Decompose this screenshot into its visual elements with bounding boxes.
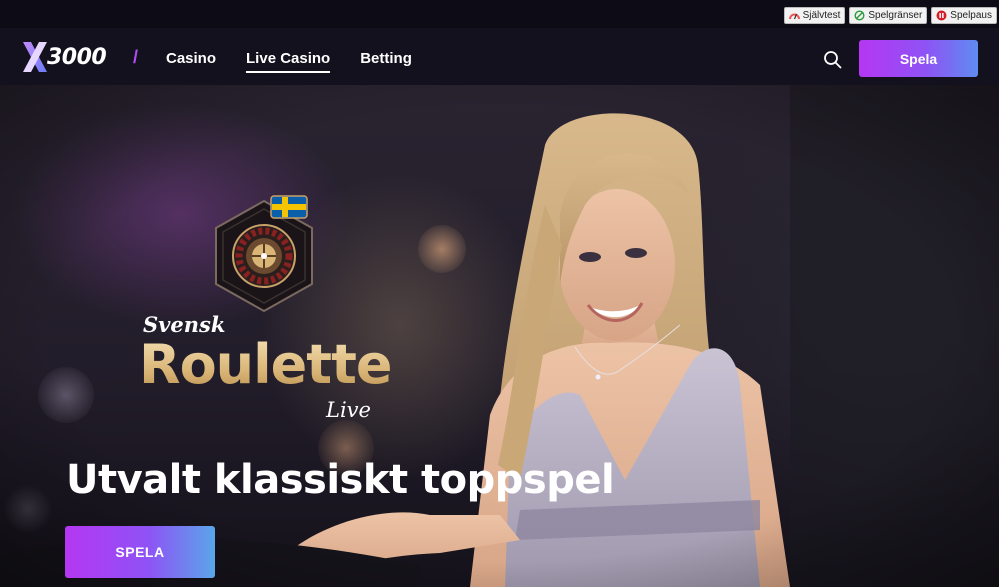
limits-label: Spelgränser [868, 10, 923, 21]
hero-headline: Utvalt klassiskt toppspel [66, 457, 615, 503]
compliance-bar: Självtest Spelgränser Spelpaus [0, 0, 999, 28]
roulette-badge-icon [215, 195, 313, 313]
selftest-icon [788, 10, 800, 21]
nav-link-betting[interactable]: Betting [360, 50, 412, 73]
site-logo[interactable]: 3000 [21, 40, 107, 74]
nav-link-live-casino[interactable]: Live Casino [246, 50, 331, 73]
play-button-hero[interactable]: SPELA [65, 526, 215, 578]
nav-link-casino[interactable]: Casino [166, 50, 216, 73]
nav-links: Casino Live Casino Betting [166, 50, 412, 73]
pause-button[interactable]: Spelpaus [931, 7, 997, 24]
pause-icon [936, 10, 947, 21]
logo-number: 3000 [47, 44, 107, 70]
hero-banner[interactable]: Svensk Roulette Live Utvalt klassiskt to… [0, 85, 999, 587]
selftest-button[interactable]: Självtest [783, 7, 846, 24]
nav-divider: / [133, 47, 139, 67]
game-title: Roulette [139, 333, 393, 396]
swedish-flag-icon [270, 195, 308, 219]
limits-icon [854, 10, 865, 21]
pause-label: Spelpaus [950, 10, 992, 21]
main-nav: 3000 / Casino Live Casino Betting Spela [0, 28, 999, 85]
logo-x-icon [23, 42, 47, 72]
selftest-label: Självtest [802, 10, 841, 21]
game-title-suffix: Live [326, 398, 371, 422]
compliance-tools: Självtest Spelgränser Spelpaus [783, 7, 997, 24]
limits-button[interactable]: Spelgränser [849, 7, 928, 24]
play-button-header[interactable]: Spela [859, 40, 978, 77]
search-icon[interactable] [823, 50, 842, 69]
